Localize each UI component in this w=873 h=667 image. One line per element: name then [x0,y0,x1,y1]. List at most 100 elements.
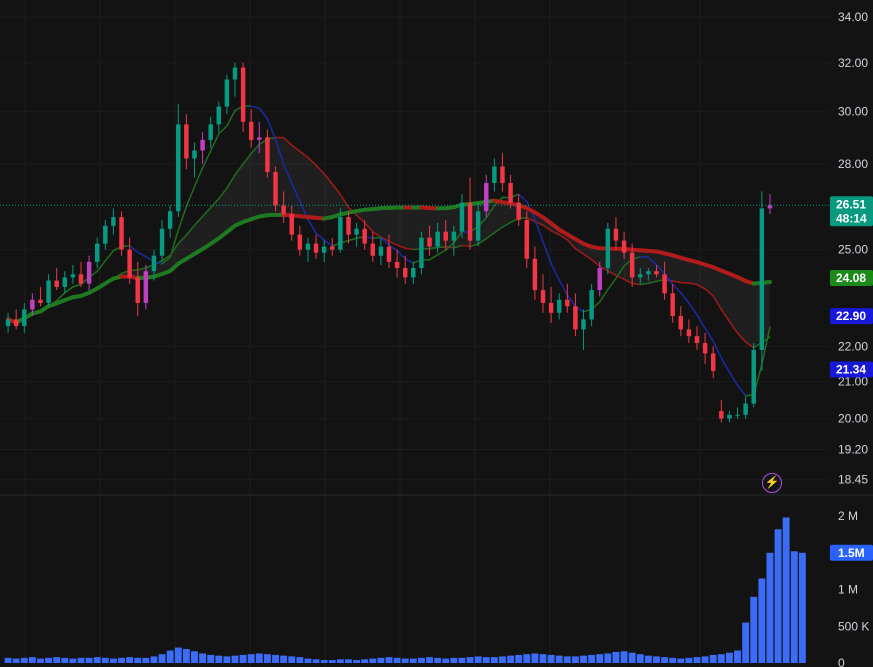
volume-bar[interactable] [555,655,563,663]
candle-body[interactable] [257,137,262,140]
candle-body[interactable] [386,246,392,262]
volume-bar[interactable] [85,657,93,663]
candle-body[interactable] [305,243,311,250]
candle-body[interactable] [354,228,359,235]
candle-body[interactable] [30,299,35,310]
volume-bar[interactable] [353,660,361,663]
candle-body[interactable] [500,166,505,184]
volume-bar[interactable] [61,657,69,663]
volume-bar[interactable] [288,656,296,663]
volume-bar[interactable] [393,657,401,663]
volume-bar[interactable] [734,650,741,663]
candle-body[interactable] [273,172,278,206]
volume-bar[interactable] [499,656,506,663]
volume-bar[interactable] [693,657,701,663]
volume-bar[interactable] [150,656,158,663]
volume-bar[interactable] [709,654,717,663]
candle-body[interactable] [589,290,594,320]
volume-bar[interactable] [53,657,61,663]
volume-bar[interactable] [191,651,198,663]
candle-body[interactable] [678,316,684,330]
volume-bar[interactable] [677,658,685,663]
volume-bar[interactable] [142,657,150,663]
volume-bar[interactable] [45,657,53,663]
price-axis[interactable]: 34.0032.0030.0028.0025.0022.0021.0020.00… [838,10,868,487]
volume-bar[interactable] [296,657,304,663]
volume-bar[interactable] [661,657,669,663]
candle-body[interactable] [581,319,586,330]
candle-body[interactable] [394,261,400,269]
candle-body[interactable] [103,225,108,244]
volume-bar[interactable] [385,657,393,663]
candle-body[interactable] [200,139,205,151]
candle-body[interactable] [573,306,578,330]
volume-bar[interactable] [280,655,288,663]
volume-bar[interactable] [717,654,725,663]
volume-bar[interactable] [182,649,190,663]
volume-bar[interactable] [774,529,782,663]
candle-body[interactable] [192,150,197,159]
candle-body[interactable] [54,280,59,287]
volume-bar[interactable] [539,654,547,663]
volume-bar[interactable] [531,653,539,663]
candle-body[interactable] [402,268,408,278]
candle-body[interactable] [330,246,335,250]
candle-body[interactable] [224,79,230,107]
volume-bar[interactable] [547,654,555,663]
candle-body[interactable] [621,240,627,253]
candle-body[interactable] [338,217,343,250]
volume-bar[interactable] [361,659,369,663]
volume-bar[interactable] [272,654,279,663]
candle-body[interactable] [13,319,19,327]
volume-bar[interactable] [207,654,215,663]
volume-bar[interactable] [458,657,466,663]
volume-bar[interactable] [93,657,101,663]
volume-bar[interactable] [118,657,125,663]
volume-bar[interactable] [312,659,320,663]
candle-body[interactable] [232,67,238,80]
volume-bar[interactable] [482,657,490,663]
candle-body[interactable] [719,411,724,419]
volume-bar[interactable] [263,654,271,663]
candle-body[interactable] [248,121,254,140]
candle-body[interactable] [70,274,76,278]
candle-body[interactable] [362,228,367,244]
volume-bar[interactable] [320,660,328,663]
candle-body[interactable] [119,217,124,250]
volume-bar[interactable] [644,655,652,663]
volume-bar[interactable] [37,658,44,663]
candle-body[interactable] [176,124,181,212]
candle-body[interactable] [135,277,140,303]
volume-bar[interactable] [450,657,458,663]
candle-body[interactable] [167,211,173,229]
candle-body[interactable] [524,219,530,259]
volume-bar[interactable] [174,647,182,663]
volume-bar[interactable] [782,517,790,663]
volume-bar[interactable] [255,653,263,663]
candle-body[interactable] [646,271,651,275]
candle-body[interactable] [694,336,700,344]
volume-axis[interactable]: 2 M 1 M 500 K 0 [838,509,869,667]
volume-bar[interactable] [620,651,628,663]
candle-body[interactable] [638,274,643,278]
candle-body[interactable] [346,217,351,235]
candle-body[interactable] [378,246,384,256]
volume-bar[interactable] [369,658,377,663]
volume-bar[interactable] [490,657,498,663]
candle-body[interactable] [62,277,68,287]
volume-bar[interactable] [442,658,450,663]
volume-bar[interactable] [77,657,85,663]
candle-body[interactable] [686,329,692,337]
volume-bar[interactable] [701,656,709,663]
candle-body[interactable] [759,208,765,350]
volume-bar[interactable] [766,552,774,663]
candle-body[interactable] [654,271,659,275]
volume-bar[interactable] [742,622,750,663]
volume-bar[interactable] [12,658,20,663]
volume-bar[interactable] [4,657,12,663]
candle-body[interactable] [281,205,286,215]
stock-chart[interactable]: 34.0032.0030.0028.0025.0022.0021.0020.00… [0,0,873,667]
volume-bar[interactable] [69,658,77,663]
candle-body[interactable] [475,211,481,241]
candle-body[interactable] [532,258,538,291]
